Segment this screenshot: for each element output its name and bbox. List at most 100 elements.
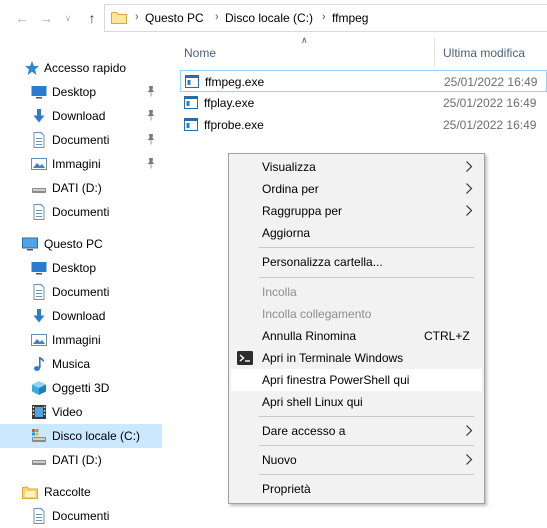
nav-item-label: Documenti: [52, 133, 110, 147]
nav-item-label: Oggetti 3D: [52, 381, 110, 395]
nav-item-label: DATI (D:): [52, 181, 102, 195]
menu-item-label: Annulla Rinomina: [262, 329, 357, 343]
pin-icon: [147, 158, 155, 169]
chevron-right-icon: [466, 454, 473, 465]
breadcrumb-disco-locale[interactable]: Disco locale (C:): [225, 11, 313, 25]
file-name: ffplay.exe: [204, 96, 255, 110]
context-menu: Visualizza Ordina per Raggruppa per Aggi…: [228, 153, 485, 504]
nav-item-desktop[interactable]: Desktop: [0, 80, 162, 104]
menu-item-aggiorna[interactable]: Aggiorna: [231, 222, 482, 244]
file-row[interactable]: ffplay.exe 25/01/2022 16:49: [180, 92, 547, 114]
menu-item-nuovo[interactable]: Nuovo: [231, 449, 482, 471]
nav-item-immagini[interactable]: Immagini: [0, 328, 162, 352]
menu-item-visualizza[interactable]: Visualizza: [231, 156, 482, 178]
address-bar[interactable]: › Questo PC › Disco locale (C:) › ffmpeg: [104, 4, 547, 32]
column-divider[interactable]: [434, 38, 435, 66]
file-row[interactable]: ffprobe.exe 25/01/2022 16:49: [180, 114, 547, 136]
pin-icon: [147, 134, 155, 145]
menu-item-label: Dare accesso a: [262, 424, 346, 438]
menu-item-label: Personalizza cartella...: [262, 255, 383, 269]
chevron-right-icon: [466, 425, 473, 436]
nav-item-label: Musica: [52, 357, 91, 371]
drive-icon: [32, 188, 46, 193]
music-icon: [34, 357, 44, 371]
breadcrumb-questo-pc[interactable]: Questo PC: [145, 11, 204, 25]
menu-item-apri-terminale-windows[interactable]: Apri in Terminale Windows: [231, 347, 482, 369]
terminal-icon: [237, 351, 253, 365]
navigation-pane: Accesso rapido Desktop Download Document…: [0, 52, 162, 527]
breadcrumb-ffmpeg[interactable]: ffmpeg: [332, 11, 368, 25]
menu-item-label: Incolla collegamento: [262, 307, 372, 321]
nav-item-musica[interactable]: Musica: [0, 352, 162, 376]
menu-item-label: Raggruppa per: [262, 204, 343, 218]
file-date: 25/01/2022 16:49: [443, 96, 537, 110]
system-drive-icon: [32, 429, 46, 442]
nav-item-immagini[interactable]: Immagini: [0, 152, 162, 176]
menu-item-label: Aggiorna: [262, 226, 311, 240]
star-icon: [25, 61, 39, 75]
nav-item-documenti[interactable]: Documenti: [0, 200, 162, 224]
nav-item-label: DATI (D:): [52, 453, 102, 467]
address-toolbar: ← → ∨ ↑ › Questo PC › Disco locale (C:) …: [0, 0, 547, 36]
nav-item-label: Immagini: [52, 333, 101, 347]
documents-icon: [33, 132, 45, 148]
computer-icon: [22, 237, 38, 251]
nav-item-oggetti-3d[interactable]: Oggetti 3D: [0, 376, 162, 400]
nav-item-dati-d[interactable]: DATI (D:): [0, 176, 162, 200]
menu-item-apri-shell-linux[interactable]: Apri shell Linux qui: [231, 391, 482, 413]
file-name: ffprobe.exe: [204, 118, 264, 132]
menu-item-apri-powershell[interactable]: Apri finestra PowerShell qui: [231, 369, 482, 391]
menu-separator: [259, 277, 474, 278]
pin-icon: [147, 110, 155, 121]
nav-item-dati-d[interactable]: DATI (D:): [0, 448, 162, 472]
nav-item-disco-locale-c[interactable]: Disco locale (C:): [0, 424, 162, 448]
menu-item-personalizza-cartella[interactable]: Personalizza cartella...: [231, 251, 482, 273]
nav-item-documenti[interactable]: Documenti: [0, 280, 162, 304]
nav-item-label: Disco locale (C:): [52, 429, 141, 443]
breadcrumb-separator-icon: ›: [215, 11, 219, 23]
menu-item-proprieta[interactable]: Proprietà: [231, 478, 482, 500]
menu-item-label: Nuovo: [262, 453, 297, 467]
nav-item-documenti[interactable]: Documenti: [0, 128, 162, 152]
menu-item-label: Apri in Terminale Windows: [262, 351, 404, 365]
exe-file-icon: [184, 96, 198, 109]
menu-item-label: Apri shell Linux qui: [262, 395, 363, 409]
nav-item-raccolte[interactable]: Raccolte: [0, 480, 162, 504]
nav-item-label: Video: [52, 405, 83, 419]
nav-item-desktop[interactable]: Desktop: [0, 256, 162, 280]
menu-item-label: Incolla: [262, 285, 297, 299]
menu-item-label: Apri finestra PowerShell qui: [262, 373, 410, 387]
file-row[interactable]: ffmpeg.exe 25/01/2022 16:49: [180, 70, 547, 92]
nav-item-label: Desktop: [52, 85, 97, 99]
breadcrumb-separator-icon: ›: [135, 11, 139, 23]
exe-file-icon: [184, 118, 198, 131]
forward-arrow-icon[interactable]: →: [36, 8, 56, 28]
menu-item-raggruppa-per[interactable]: Raggruppa per: [231, 200, 482, 222]
pictures-icon: [31, 334, 47, 346]
recent-locations-chevron-icon[interactable]: ∨: [58, 8, 78, 28]
nav-item-accesso-rapido[interactable]: Accesso rapido: [0, 56, 162, 80]
file-date: 25/01/2022 16:49: [444, 75, 538, 89]
nav-item-label: Questo PC: [44, 237, 103, 251]
menu-item-annulla-rinomina[interactable]: Annulla Rinomina CTRL+Z: [231, 325, 482, 347]
nav-item-label: Raccolte: [44, 485, 91, 499]
nav-item-documenti[interactable]: Documenti: [0, 504, 162, 528]
folder-icon: [111, 12, 127, 24]
nav-item-label: Immagini: [52, 157, 101, 171]
nav-item-video[interactable]: Video: [0, 400, 162, 424]
nav-item-download[interactable]: Download: [0, 304, 162, 328]
menu-item-incolla: Incolla: [231, 281, 482, 303]
pin-icon: [147, 86, 155, 97]
menu-item-ordina-per[interactable]: Ordina per: [231, 178, 482, 200]
menu-item-dare-accesso-a[interactable]: Dare accesso a: [231, 420, 482, 442]
download-icon: [33, 309, 45, 323]
libraries-icon: [22, 486, 38, 499]
up-arrow-icon[interactable]: ↑: [82, 8, 102, 28]
exe-file-icon: [185, 75, 199, 88]
chevron-right-icon: [466, 161, 473, 172]
nav-item-download[interactable]: Download: [0, 104, 162, 128]
chevron-right-icon: [466, 205, 473, 216]
3d-objects-icon: [32, 381, 46, 395]
back-arrow-icon[interactable]: ←: [12, 8, 32, 28]
nav-item-questo-pc[interactable]: Questo PC: [0, 232, 162, 256]
